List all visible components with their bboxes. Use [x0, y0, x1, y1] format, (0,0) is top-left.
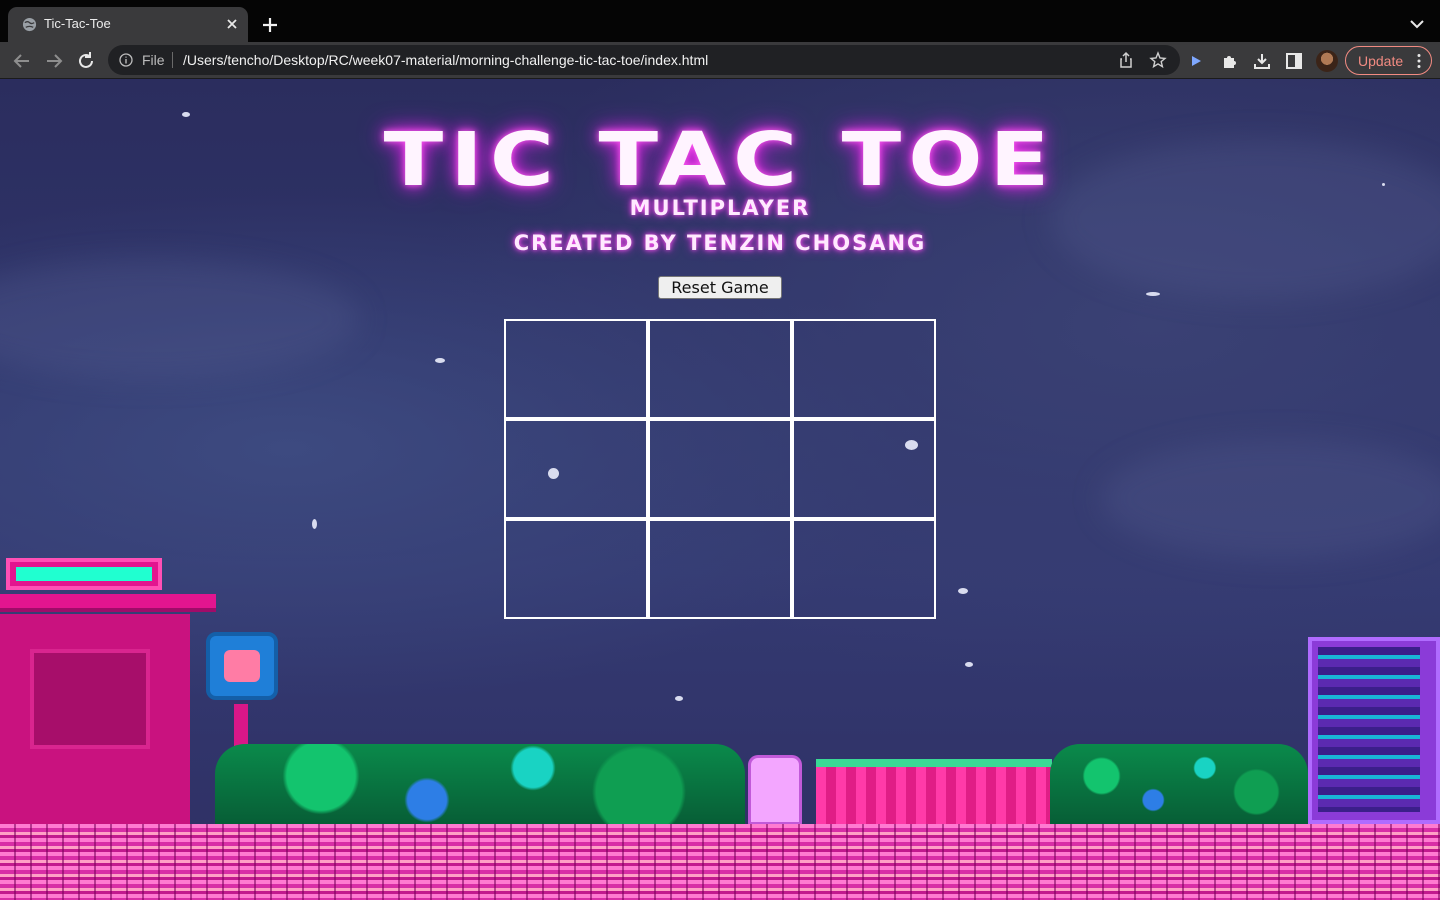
- puzzle-icon[interactable]: [1220, 51, 1240, 71]
- board-cell-4[interactable]: [504, 419, 648, 519]
- snowflake: [958, 588, 968, 594]
- board-cell-7[interactable]: [504, 519, 648, 619]
- close-icon[interactable]: [222, 14, 242, 34]
- board-cell-1[interactable]: [504, 319, 648, 419]
- globe-icon: [22, 17, 37, 32]
- tab-title: Tic-Tac-Toe: [44, 16, 111, 31]
- address-bar[interactable]: File /Users/tencho/Desktop/RC/week07-mat…: [108, 45, 1180, 75]
- board-cell-5[interactable]: [648, 419, 792, 519]
- info-icon[interactable]: [119, 53, 133, 67]
- sidebar-icon[interactable]: [1284, 51, 1304, 71]
- share-icon[interactable]: [1117, 51, 1135, 69]
- cloud: [1100, 439, 1440, 559]
- fire-hydrant: [748, 755, 802, 825]
- profile-avatar[interactable]: [1316, 50, 1338, 72]
- building-windows: [1318, 647, 1420, 812]
- tab-strip: Tic-Tac-Toe: [0, 0, 1440, 42]
- game-subtitle: MULTIPLAYER: [629, 196, 811, 220]
- board-cell-2[interactable]: [648, 319, 792, 419]
- bus-stop-sign: [206, 632, 278, 700]
- hedge: [1050, 744, 1308, 824]
- snowflake: [1146, 292, 1160, 296]
- reload-icon[interactable]: [75, 50, 97, 72]
- bus-shelter-roof: [0, 594, 216, 612]
- game-title: TIC TAC TOE: [383, 117, 1057, 203]
- snowflake: [312, 519, 317, 529]
- download-icon[interactable]: [1252, 51, 1272, 71]
- browser-toolbar: File /Users/tencho/Desktop/RC/week07-mat…: [0, 42, 1440, 79]
- bus-shelter-poster: [30, 649, 150, 749]
- reset-game-button[interactable]: Reset Game: [658, 276, 782, 299]
- game-board: [504, 319, 936, 619]
- snowflake: [435, 358, 445, 363]
- forward-icon[interactable]: [43, 50, 65, 72]
- snowflake: [182, 112, 190, 117]
- active-tab[interactable]: Tic-Tac-Toe: [8, 7, 248, 42]
- update-label: Update: [1358, 53, 1404, 69]
- back-icon[interactable]: [11, 50, 33, 72]
- game-page: TIC TAC TOE MULTIPLAYER CREATED BY TENZI…: [0, 79, 1440, 900]
- bus-icon: [224, 650, 260, 682]
- board-cell-3[interactable]: [792, 319, 936, 419]
- cloud: [0, 259, 360, 379]
- brick-pattern: [0, 824, 1440, 900]
- more-vert-icon[interactable]: [1416, 53, 1422, 69]
- plus-icon[interactable]: [258, 13, 282, 37]
- scheme-label: File: [142, 52, 165, 68]
- divider: [172, 52, 173, 68]
- flower-planter: [816, 759, 1052, 824]
- board-cell-6[interactable]: [792, 419, 936, 519]
- hedge: [215, 744, 745, 824]
- chevron-down-icon[interactable]: [1405, 14, 1429, 34]
- bus-shelter-display: [16, 567, 152, 581]
- extension-play-icon[interactable]: [1186, 51, 1206, 71]
- snowflake: [675, 696, 683, 701]
- update-button[interactable]: Update: [1345, 46, 1432, 75]
- board-cell-8[interactable]: [648, 519, 792, 619]
- board-cell-9[interactable]: [792, 519, 936, 619]
- snowflake: [965, 662, 973, 667]
- star-icon[interactable]: [1149, 51, 1167, 69]
- url-text[interactable]: /Users/tencho/Desktop/RC/week07-material…: [183, 52, 708, 68]
- author-credit: CREATED BY TENZIN CHOSANG: [513, 231, 927, 255]
